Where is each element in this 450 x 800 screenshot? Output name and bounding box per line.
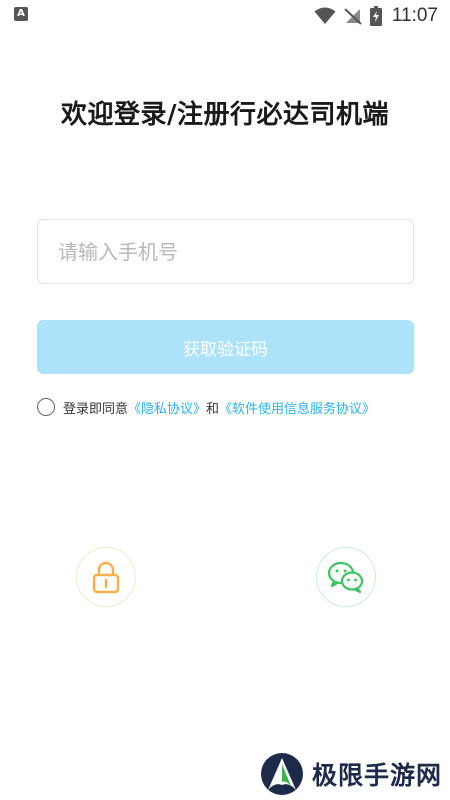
a-notification-icon: A <box>14 7 28 21</box>
no-signal-icon <box>344 8 362 25</box>
phone-input[interactable] <box>37 219 414 284</box>
privacy-link[interactable]: 《隐私协议》 <box>128 398 206 417</box>
status-bar: A 11:07 <box>0 0 450 32</box>
clock: 11:07 <box>391 5 438 26</box>
password-login-button[interactable] <box>76 547 136 607</box>
agreement-row: 登录即同意 《隐私协议》 和 《软件使用信息服务协议》 <box>37 397 375 417</box>
agree-radio[interactable] <box>37 398 55 416</box>
wifi-icon <box>314 7 336 24</box>
status-icons: 11:07 <box>314 4 438 28</box>
agreement-prefix: 登录即同意 <box>63 401 129 417</box>
get-code-button[interactable]: 获取验证码 <box>37 320 414 374</box>
watermark: 极限手游网 <box>260 752 446 796</box>
watermark-logo-icon <box>261 753 303 795</box>
wechat-icon <box>327 561 364 594</box>
lock-icon <box>92 561 120 594</box>
service-agreement-link[interactable]: 《软件使用信息服务协议》 <box>219 398 375 417</box>
wechat-login-button[interactable] <box>316 547 376 607</box>
watermark-text: 极限手游网 <box>312 761 443 790</box>
battery-charging-icon <box>369 6 382 26</box>
page-title: 欢迎登录/注册行必达司机端 <box>61 100 389 130</box>
agreement-and: 和 <box>206 401 220 417</box>
